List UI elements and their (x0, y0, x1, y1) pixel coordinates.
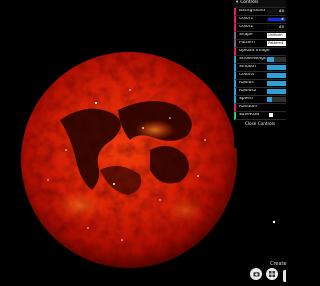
control-row-color2: Color2 #0 (234, 24, 286, 32)
slider[interactable] (267, 73, 286, 78)
control-row-savergb: SaveRGB (234, 112, 286, 120)
control-row-strokeweight: StrokeWeight (234, 56, 286, 64)
controls-title: Controls (240, 0, 259, 6)
slider-fill (267, 89, 286, 94)
control-label: SaveRGB (239, 113, 260, 118)
control-row-counts: Counts (234, 72, 286, 80)
slider-fill (267, 97, 272, 102)
close-controls-button[interactable]: Close Controls (234, 120, 286, 129)
control-label: Background (239, 9, 266, 14)
control-row-random[interactable]: Random (234, 104, 286, 112)
control-label: Speed (239, 97, 253, 102)
control-row-smooth: Smooth (234, 64, 286, 72)
caret-down-icon: ▾ (236, 0, 239, 6)
slider[interactable] (267, 97, 286, 102)
partial-button[interactable] (283, 270, 286, 282)
slider[interactable] (267, 65, 286, 70)
color-swatch[interactable]: #0 (267, 25, 286, 30)
control-label: Color1 (239, 17, 254, 22)
control-row-upload-image[interactable]: Upload Image (234, 48, 286, 56)
control-label: Shape (239, 33, 253, 38)
control-label: Smooth (239, 65, 256, 70)
slider[interactable] (267, 57, 286, 62)
select-dropdown[interactable]: Pattern4 (267, 41, 286, 46)
control-label: Pattern (239, 41, 255, 46)
slider[interactable] (267, 89, 286, 94)
color-picker[interactable]: #0 (267, 9, 286, 14)
control-row-pattern: Pattern Pattern4 (234, 40, 286, 48)
grid-icon (269, 271, 275, 277)
checkbox-box[interactable] (269, 113, 274, 117)
slider-track[interactable] (267, 81, 286, 86)
control-label: Color2 (239, 25, 254, 30)
select-dropdown[interactable]: Uniform (267, 33, 286, 38)
camera-icon (253, 272, 259, 277)
control-row-speed: Speed (234, 96, 286, 104)
slider-track[interactable] (267, 97, 286, 102)
slider-track[interactable] (267, 65, 286, 70)
control-label: Random (239, 105, 258, 110)
slider-fill (267, 73, 286, 78)
color-swatch[interactable]: # (267, 17, 286, 22)
color-swatch[interactable]: #0 (267, 9, 286, 14)
control-label: Radius (239, 81, 254, 86)
control-label: Counts (239, 73, 255, 78)
slider-track[interactable] (267, 89, 286, 94)
control-row-shape: Shape Uniform (234, 32, 286, 40)
controls-panel: ▾ Controls Background #0 Color1 # Color2 #0 Sh… (234, 0, 286, 148)
color-picker[interactable]: #0 (267, 25, 286, 30)
slider-track[interactable] (267, 57, 286, 62)
control-row-color1: Color1 # (234, 16, 286, 24)
planet-sphere (21, 52, 237, 268)
control-label: Upload Image (239, 49, 270, 54)
camera-button[interactable] (250, 268, 262, 280)
control-row-radius: Radius (234, 80, 286, 88)
color-picker[interactable]: # (267, 17, 286, 22)
cursor-dot (272, 220, 276, 224)
select-value[interactable]: Pattern4 (267, 41, 286, 46)
slider-fill (267, 65, 286, 70)
select-value[interactable]: Uniform (267, 33, 286, 38)
slider-fill (267, 81, 286, 86)
control-label: Radius2 (239, 89, 257, 94)
grid-button[interactable] (266, 268, 278, 280)
control-label: StrokeWeight (239, 57, 268, 62)
slider-track[interactable] (267, 73, 286, 78)
create-link[interactable]: Create (270, 261, 287, 267)
control-row-radius2: Radius2 (234, 88, 286, 96)
controls-header[interactable]: ▾ Controls (234, 0, 286, 8)
control-row-background: Background #0 (234, 8, 286, 16)
checkbox[interactable] (267, 113, 286, 118)
slider-fill (267, 57, 274, 62)
slider[interactable] (267, 81, 286, 86)
